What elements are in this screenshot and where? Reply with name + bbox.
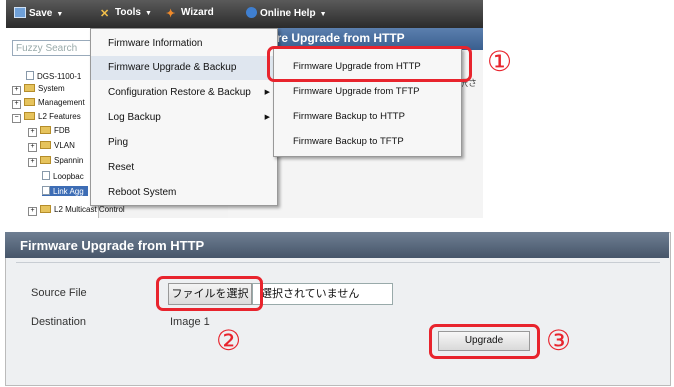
tree-item-spanning-tree[interactable]: + Spannin <box>28 156 83 167</box>
menu-item-firmware-upgrade-backup[interactable]: Firmware Upgrade & Backup <box>91 56 277 80</box>
content-title: are Upgrade from HTTP <box>270 31 405 45</box>
chevron-down-icon: ▼ <box>319 11 327 18</box>
chevron-right-icon: ▶ <box>264 89 270 96</box>
chevron-down-icon: ▼ <box>144 10 152 17</box>
menu-item-ping[interactable]: Ping <box>91 131 277 155</box>
tree-item-management[interactable]: + Management <box>12 98 85 109</box>
highlight-box-step3 <box>429 324 540 359</box>
folder-icon <box>40 205 51 213</box>
folder-icon <box>24 84 35 92</box>
save-icon <box>14 7 26 18</box>
wizard-icon: ✦ <box>166 8 176 20</box>
step3-marker: ③ <box>546 324 572 357</box>
folder-icon <box>40 141 51 149</box>
online-help-label: Online Help <box>260 8 316 19</box>
submenu-item-firmware-backup-http[interactable]: Firmware Backup to HTTP <box>274 104 461 129</box>
tree-item-vlan[interactable]: + VLAN <box>28 141 75 152</box>
wrench-icon: ✕ <box>100 8 110 20</box>
tools-menu[interactable]: ✕ Tools ▼ <box>100 7 152 20</box>
expand-icon[interactable]: + <box>28 128 37 137</box>
folder-icon <box>40 126 51 134</box>
expand-icon[interactable]: + <box>28 207 37 216</box>
folder-icon <box>40 156 51 164</box>
collapse-icon[interactable]: − <box>12 114 21 123</box>
wizard-label: Wizard <box>181 7 214 18</box>
file-name-display: 選択されていません <box>252 283 393 305</box>
submenu-item-firmware-upgrade-tftp[interactable]: Firmware Upgrade from TFTP <box>274 79 461 104</box>
upgrade-form-title: Firmware Upgrade from HTTP <box>20 238 205 253</box>
save-menu[interactable]: Save ▼ <box>14 7 63 19</box>
source-file-label: Source File <box>31 287 87 299</box>
expand-icon[interactable]: + <box>28 158 37 167</box>
menu-item-firmware-information[interactable]: Firmware Information <box>91 32 277 56</box>
menu-item-configuration-restore-backup[interactable]: Configuration Restore & Backup ▶ <box>91 81 277 105</box>
device-icon <box>26 71 34 80</box>
tree-item-system[interactable]: + System <box>12 84 65 95</box>
expand-icon[interactable]: + <box>12 100 21 109</box>
fuzzy-search-input[interactable]: Fuzzy Search <box>12 40 92 56</box>
tools-dropdown: Firmware Information Firmware Upgrade & … <box>90 28 278 206</box>
step1-marker: ① <box>487 45 513 78</box>
navigation-tree: Fuzzy Search DGS-1100-1 + System + Managem… <box>6 28 125 218</box>
divider <box>16 262 660 263</box>
highlight-box-step1 <box>267 46 472 82</box>
tree-item-fdb[interactable]: + FDB <box>28 126 70 137</box>
destination-label: Destination <box>31 316 87 328</box>
tree-item-l2-multicast-control[interactable]: + L2 Multicast Control <box>28 205 125 216</box>
tools-label: Tools <box>115 7 141 18</box>
chevron-down-icon: ▼ <box>56 11 64 18</box>
menu-item-reset[interactable]: Reset <box>91 156 277 180</box>
menu-item-reboot-system[interactable]: Reboot System <box>91 181 277 205</box>
tree-item-l2-features[interactable]: − L2 Features <box>12 112 81 123</box>
expand-icon[interactable]: + <box>12 86 21 95</box>
folder-icon <box>24 112 35 120</box>
tree-item-loopback[interactable]: Loopbac <box>42 171 84 181</box>
help-icon <box>246 7 257 18</box>
save-label: Save <box>29 8 53 19</box>
chevron-right-icon: ▶ <box>264 114 270 121</box>
expand-icon[interactable]: + <box>28 143 37 152</box>
toolbar: Save ▼ ✕ Tools ▼ ✦ Wizard Online Help ▼ <box>6 0 483 28</box>
destination-value: Image 1 <box>170 316 210 328</box>
step2-marker: ② <box>216 324 242 357</box>
page-icon <box>42 186 50 195</box>
wizard-menu[interactable]: ✦ Wizard <box>166 7 214 20</box>
page-icon <box>42 171 50 180</box>
menu-item-log-backup[interactable]: Log Backup ▶ <box>91 106 277 130</box>
highlight-box-step2 <box>156 276 263 311</box>
tree-item-device[interactable]: DGS-1100-1 <box>26 71 81 81</box>
tree-item-link-aggregation[interactable]: Link Agg <box>42 186 88 196</box>
online-help-menu[interactable]: Online Help ▼ <box>246 7 327 19</box>
submenu-item-firmware-backup-tftp[interactable]: Firmware Backup to TFTP <box>274 129 461 154</box>
folder-icon <box>24 98 35 106</box>
